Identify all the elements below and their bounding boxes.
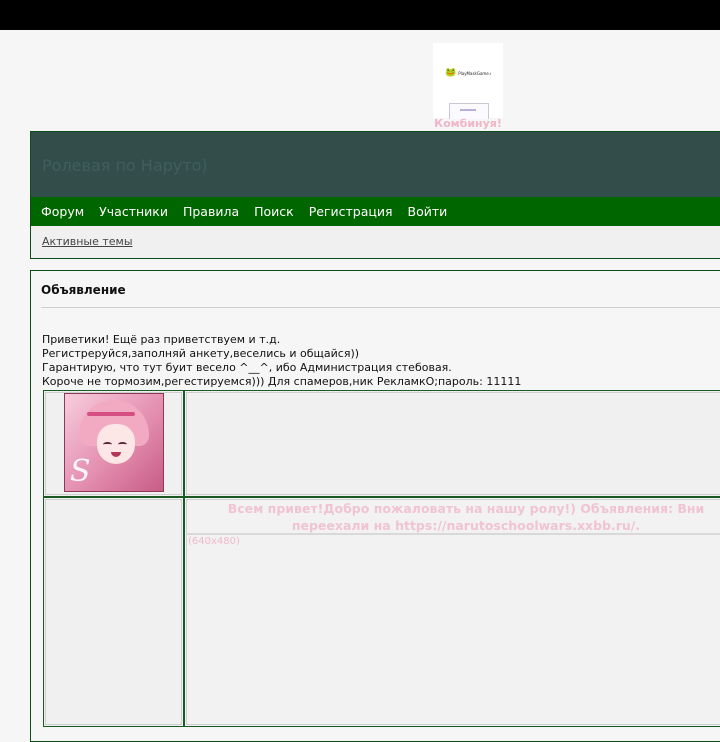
browser-top-bar [0, 0, 720, 30]
title-band: Ролевая по Наруто) [31, 132, 720, 197]
announcement-title: Объявление [41, 283, 126, 297]
nav-members[interactable]: Участники [99, 204, 168, 219]
nav-forum[interactable]: Форум [41, 204, 84, 219]
image-placeholder-size: (640x480) [188, 536, 240, 547]
sidebar-cell [43, 497, 184, 727]
announcement-line: Приветики! Ещё раз приветствуем и т.д. [42, 333, 281, 346]
announcement-line: Регистреруйся,заполняй анкету,веселись и… [42, 347, 360, 360]
avatar-eye [118, 442, 127, 447]
banner-logo: 🐸 PlayMaskGame.com [445, 68, 491, 78]
active-topics-link[interactable]: Активные темы [42, 235, 133, 248]
nav-login[interactable]: Войти [408, 204, 448, 219]
nav-search[interactable]: Поиск [254, 204, 294, 219]
announcement-line: Гарантирую, что тут буит весело ^__^, иб… [42, 361, 452, 374]
main-nav: Форум Участники Правила Поиск Регистраци… [31, 197, 720, 226]
frog-logo-icon: 🐸 [445, 67, 457, 78]
site-title[interactable]: Ролевая по Наруто) [42, 156, 208, 175]
avatar-eye [103, 442, 112, 447]
avatar-headband [87, 412, 135, 416]
welcome-divider [186, 533, 720, 535]
ad-banner[interactable]: 🐸 PlayMaskGame.com [433, 43, 503, 119]
welcome-link[interactable]: переехали на https://narutoschoolwars.xx… [186, 517, 720, 534]
announcement-divider [41, 307, 720, 308]
welcome-line: Всем привет!Добро пожаловать на нашу рол… [227, 501, 705, 516]
forum-header: Ролевая по Наруто) Форум Участники Прави… [30, 131, 720, 259]
announcement-text: Приветики! Ещё раз приветствуем и т.д. Р… [42, 333, 521, 389]
avatar-letter: S [70, 454, 91, 489]
announcement-line: Короче не тормозим,регестируемся))) Для … [42, 375, 522, 388]
anime-avatar-icon: S [64, 393, 164, 492]
header-cell [184, 390, 720, 497]
banner-logo-text: PlayMaskGame.com [458, 70, 491, 76]
nav-rules[interactable]: Правила [183, 204, 239, 219]
nav-register[interactable]: Регистрация [309, 204, 393, 219]
welcome-message: Всем привет!Добро пожаловать на нашу рол… [186, 500, 720, 534]
banner-caption[interactable]: Комбинуя! [425, 117, 511, 130]
